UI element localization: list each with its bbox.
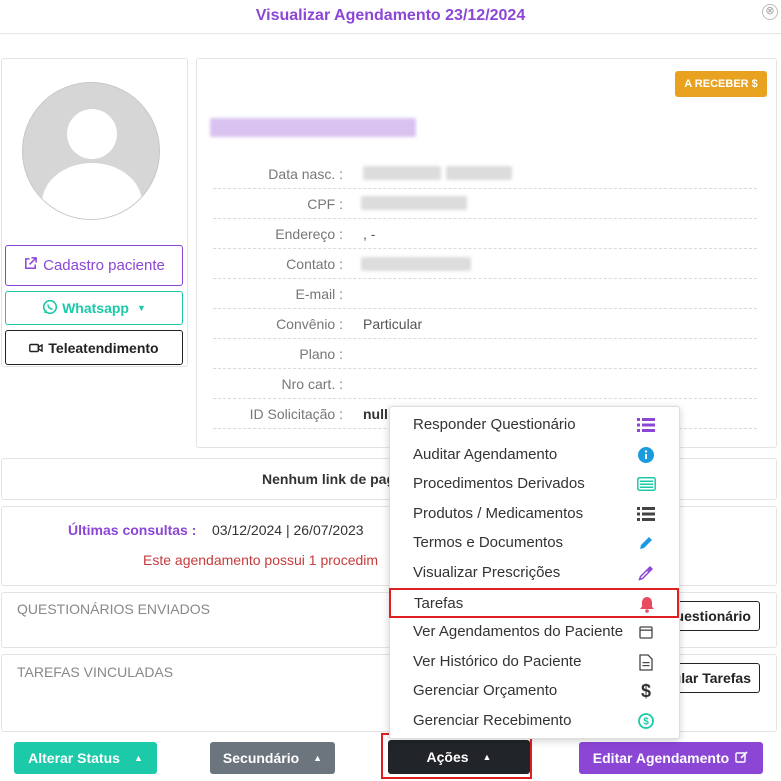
menu-item-label: Ver Histórico do Paciente (413, 653, 582, 670)
ultimas-consultas-label: Últimas consultas : (68, 522, 197, 538)
field-label: Plano : (299, 346, 343, 362)
menu-item-gerenciar-orcamento[interactable]: Gerenciar Orçamento $ (390, 677, 679, 705)
menu-item-label: Termos e Documentos (413, 534, 564, 551)
cadastro-paciente-label: Cadastro paciente (43, 257, 165, 274)
caret-down-icon: ▼ (136, 303, 146, 313)
payment-link-text: Nenhum link de pag (262, 471, 396, 487)
calendar-icon (636, 623, 656, 641)
tarefas-title: TAREFAS VINCULADAS (17, 664, 174, 680)
patient-name-redacted (210, 118, 416, 137)
secundario-button[interactable]: Secundário ▲ (210, 742, 335, 774)
dollar-icon: $ (640, 680, 651, 701)
teleatendimento-button[interactable]: Teleatendimento (5, 330, 183, 365)
field-row: Plano : (213, 339, 757, 369)
field-label: ID Solicitação : (249, 406, 343, 422)
redacted-value (361, 257, 471, 271)
field-value: null (363, 406, 388, 422)
bell-icon (637, 595, 657, 613)
field-row: Data nasc. : (213, 159, 757, 189)
ultimas-consultas-value: 03/12/2024 | 26/07/2023 (212, 522, 364, 538)
menu-item-produtos-medicamentos[interactable]: Produtos / Medicamentos (390, 500, 679, 528)
field-value: , - (363, 226, 376, 242)
menu-item-auditar-agendamento[interactable]: Auditar Agendamento (390, 441, 679, 469)
field-row: E-mail : (213, 279, 757, 309)
menu-item-label: Visualizar Prescrições (413, 564, 561, 581)
menu-item-label: Tarefas (414, 595, 464, 612)
field-label: Endereço : (275, 226, 343, 242)
redacted-value (363, 166, 441, 180)
card-list-icon (636, 475, 656, 493)
field-value: Particular (363, 316, 423, 332)
menu-item-gerenciar-recebimento[interactable]: Gerenciar Recebimento $ (390, 707, 679, 735)
menu-item-visualizar-prescricoes[interactable]: Visualizar Prescrições (390, 559, 679, 587)
modal-title: Visualizar Agendamento 23/12/2024 (255, 7, 526, 24)
field-label: E-mail : (295, 286, 343, 302)
menu-item-label: Gerenciar Orçamento (413, 682, 558, 699)
menu-item-label: Gerenciar Recebimento (413, 712, 572, 729)
close-icon[interactable]: ⊗ (762, 4, 778, 20)
caret-up-icon: ▲ (313, 753, 323, 763)
menu-item-procedimentos-derivados[interactable]: Procedimentos Derivados (390, 470, 679, 498)
redacted-value (446, 166, 512, 180)
menu-item-label: Ver Agendamentos do Paciente (413, 623, 624, 640)
field-label: Contato : (286, 256, 343, 272)
secundario-label: Secundário (222, 750, 300, 766)
menu-item-ver-historico[interactable]: Ver Histórico do Paciente (390, 648, 679, 676)
field-row: Nro cart. : (213, 369, 757, 399)
document-icon (636, 653, 656, 671)
whatsapp-button[interactable]: Whatsapp ▼ (5, 291, 183, 325)
editar-agendamento-label: Editar Agendamento (592, 750, 730, 766)
cadastro-paciente-button[interactable]: Cadastro paciente (5, 245, 183, 286)
field-label: Convênio : (276, 316, 343, 332)
menu-item-label: Responder Questionário (413, 416, 576, 433)
info-icon (636, 446, 656, 464)
video-camera-icon (29, 340, 44, 356)
menu-item-responder-questionario[interactable]: Responder Questionário (390, 411, 679, 439)
redacted-value (361, 196, 467, 210)
menu-item-ver-agendamentos[interactable]: Ver Agendamentos do Paciente (390, 618, 679, 646)
menu-item-label: Produtos / Medicamentos (413, 505, 584, 522)
field-row: Contato : (213, 249, 757, 279)
list-icon (636, 416, 656, 434)
field-row: Endereço : , - (213, 219, 757, 249)
alterar-status-label: Alterar Status (28, 750, 120, 766)
menu-item-label: Procedimentos Derivados (413, 475, 585, 492)
caret-up-icon: ▲ (133, 753, 143, 763)
field-row: Convênio : Particular (213, 309, 757, 339)
menu-item-termos-documentos[interactable]: Termos e Documentos (390, 529, 679, 557)
procedimento-warning: Este agendamento possui 1 procedim (143, 552, 379, 568)
acoes-dropdown-menu: Responder Questionário Auditar Agendamen… (389, 406, 680, 739)
pencil-icon (636, 534, 656, 552)
field-label: Nro cart. : (281, 376, 343, 392)
edit-icon (735, 750, 749, 767)
status-badge: A RECEBER $ (675, 71, 767, 97)
alterar-status-button[interactable]: Alterar Status ▲ (14, 742, 157, 774)
menu-item-tarefas[interactable]: Tarefas (389, 588, 679, 618)
menu-item-label: Auditar Agendamento (413, 446, 558, 463)
editar-agendamento-button[interactable]: Editar Agendamento (579, 742, 763, 774)
field-label: Data nasc. : (268, 166, 343, 182)
questionarios-title: QUESTIONÁRIOS ENVIADOS (17, 601, 210, 617)
field-row: CPF : (213, 189, 757, 219)
acoes-highlight-box (381, 733, 532, 779)
field-label: CPF : (307, 196, 343, 212)
list-icon (636, 505, 656, 523)
teleatendimento-label: Teleatendimento (48, 339, 159, 356)
eyedropper-icon (636, 564, 656, 582)
whatsapp-icon (42, 299, 58, 318)
external-link-icon (23, 256, 38, 275)
modal-header: Visualizar Agendamento 23/12/2024 ⊗ (0, 0, 781, 34)
avatar (22, 82, 160, 220)
coin-icon: $ (636, 712, 656, 730)
whatsapp-label: Whatsapp (62, 300, 129, 316)
svg-text:$: $ (643, 717, 649, 728)
